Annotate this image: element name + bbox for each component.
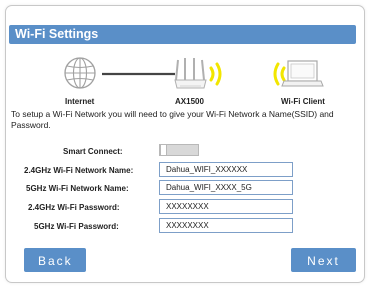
next-button[interactable]: Next xyxy=(291,248,356,272)
client-signal-icon xyxy=(273,62,286,86)
network-diagram xyxy=(64,57,324,89)
laptop-icon xyxy=(281,60,324,87)
smart-connect-label: Smart Connect: xyxy=(63,147,123,156)
ssid-5-label: 5GHz Wi-Fi Network Name: xyxy=(26,184,129,193)
internet-label: Internet xyxy=(65,97,95,106)
router-icon xyxy=(174,58,207,89)
router-label: AX1500 xyxy=(175,97,204,106)
globe-icon xyxy=(64,57,96,89)
ssid-24-input[interactable] xyxy=(159,162,293,177)
client-label: Wi-Fi Client xyxy=(281,97,325,106)
password-5-label: 5GHz Wi-Fi Password: xyxy=(34,222,119,231)
ssid-5-input[interactable] xyxy=(159,180,293,195)
password-24-input[interactable] xyxy=(159,199,293,214)
ssid-24-label: 2.4GHz Wi-Fi Network Name: xyxy=(24,166,134,175)
wifi-signal-icon xyxy=(209,62,222,86)
back-button[interactable]: Back xyxy=(24,248,86,272)
smart-connect-toggle[interactable] xyxy=(159,144,199,156)
password-24-label: 2.4GHz Wi-Fi Password: xyxy=(28,203,120,212)
password-5-input[interactable] xyxy=(159,218,293,233)
toggle-knob xyxy=(160,144,167,156)
setup-description: To setup a Wi-Fi Network you will need t… xyxy=(11,109,334,130)
